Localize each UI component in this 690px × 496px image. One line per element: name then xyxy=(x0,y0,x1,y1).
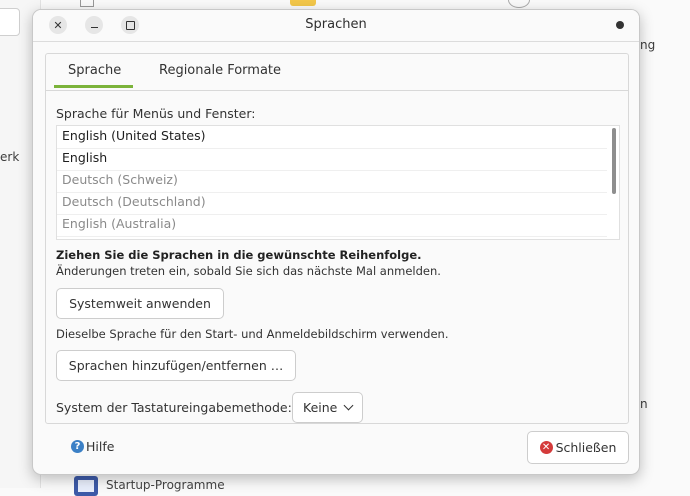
chevron-down-icon xyxy=(343,400,354,411)
background-search-box xyxy=(0,8,20,36)
language-list-scrollbar[interactable] xyxy=(611,126,619,239)
languages-dialog: ✕ Sprachen Sprache Regionale Formate Spr… xyxy=(32,9,640,475)
background-sidebar-text: erk xyxy=(0,150,20,164)
input-method-dropdown[interactable]: Keine xyxy=(292,392,363,423)
language-item-english-us[interactable]: English (United States) xyxy=(57,126,607,149)
scrollbar-thumb[interactable] xyxy=(612,128,616,194)
tab-language[interactable]: Sprache xyxy=(68,63,121,78)
titlebar: ✕ Sprachen xyxy=(33,10,639,42)
tab-content-frame: Sprache Regionale Formate Sprache für Me… xyxy=(45,53,629,424)
close-button[interactable]: ✕ Schließen xyxy=(527,431,629,464)
background-document-icon xyxy=(80,0,94,7)
active-tab-indicator xyxy=(54,85,133,88)
language-item-deutsch-schweiz[interactable]: Deutsch (Schweiz) xyxy=(57,170,607,193)
input-method-value: Keine xyxy=(303,400,338,415)
input-method-label: System der Tastatureingabemethode: xyxy=(56,400,292,415)
close-button-label: Schließen xyxy=(555,440,617,455)
tab-bar: Sprache Regionale Formate xyxy=(46,54,628,91)
drag-hint: Ziehen Sie die Sprachen in die gewünscht… xyxy=(56,248,422,262)
background-folder-icon xyxy=(290,0,316,6)
apply-hint: Änderungen treten ein, sobald Sie sich d… xyxy=(56,264,441,278)
dot-icon xyxy=(616,21,624,29)
help-button[interactable]: ? Hilfe xyxy=(71,439,114,454)
background-right-text-2: n xyxy=(640,397,648,411)
background-app-label: Startup-Programme xyxy=(106,478,225,492)
apply-system-wide-button[interactable]: Systemweit anwenden xyxy=(56,288,224,319)
system-wide-note: Dieselbe Sprache für den Start- und Anme… xyxy=(56,327,449,341)
close-circle-icon: ✕ xyxy=(539,441,553,454)
window-menu-button[interactable] xyxy=(611,16,629,34)
add-remove-languages-button[interactable]: Sprachen hinzufügen/entfernen … xyxy=(56,350,296,381)
language-list[interactable]: English (United States) English Deutsch … xyxy=(56,125,620,240)
language-item-deutsch-deutschland[interactable]: Deutsch (Deutschland) xyxy=(57,192,607,215)
language-list-label: Sprache für Menüs und Fenster: xyxy=(56,106,256,121)
language-item-english[interactable]: English xyxy=(57,148,607,171)
language-item-english-australia[interactable]: English (Australia) xyxy=(57,214,607,237)
tab-regional-formats[interactable]: Regionale Formate xyxy=(159,63,281,78)
background-app-icon xyxy=(74,476,98,496)
background-right-text: ng xyxy=(640,38,656,52)
background-circle-icon xyxy=(508,0,530,8)
help-icon: ? xyxy=(71,440,84,453)
help-label: Hilfe xyxy=(86,439,115,454)
window-title: Sprachen xyxy=(305,17,367,32)
